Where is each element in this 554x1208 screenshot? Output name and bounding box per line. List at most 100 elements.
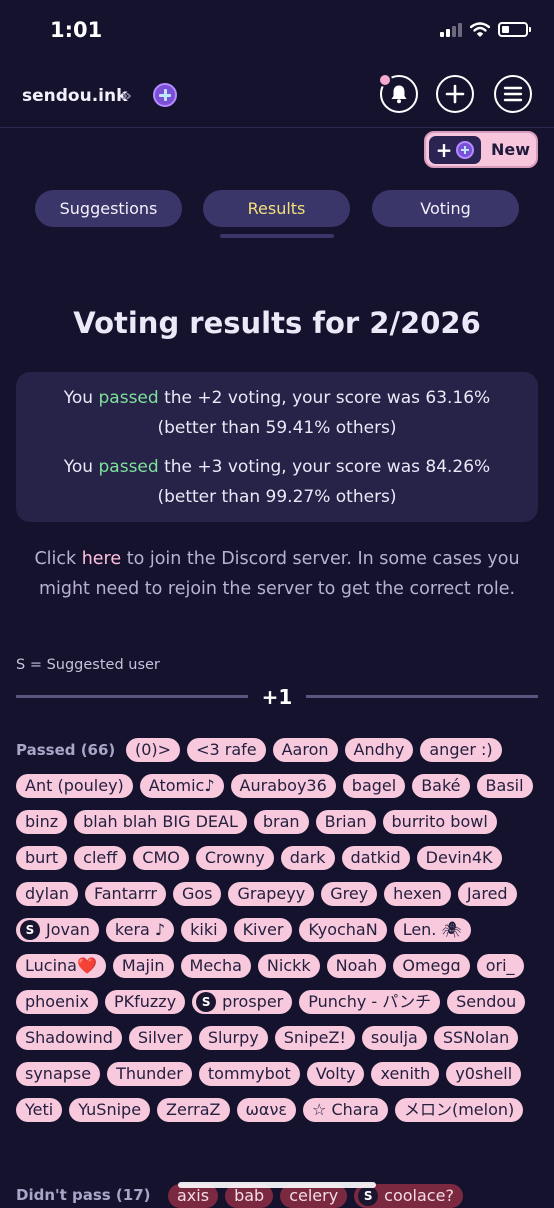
user-name: ωανε bbox=[245, 1100, 288, 1119]
user-chip[interactable]: Majin bbox=[112, 954, 174, 978]
user-chip[interactable]: KyochaN bbox=[299, 918, 387, 942]
user-chip[interactable]: Jared bbox=[457, 882, 517, 906]
passed-status: passed bbox=[98, 457, 159, 477]
user-chip[interactable]: burrito bowl bbox=[382, 810, 497, 834]
user-chip[interactable]: S Jovan bbox=[16, 918, 99, 942]
user-chip[interactable]: Silver bbox=[128, 1026, 192, 1050]
user-chip[interactable]: Sendou bbox=[447, 990, 526, 1014]
user-chip[interactable]: Len. 🕷 bbox=[393, 918, 471, 942]
user-name: Volty bbox=[315, 1064, 356, 1083]
user-chip[interactable]: Slurpy bbox=[198, 1026, 268, 1050]
user-chip[interactable]: Lucina❤️ bbox=[16, 954, 106, 978]
user-name: Slurpy bbox=[207, 1028, 259, 1047]
tab-voting[interactable]: Voting bbox=[372, 190, 519, 227]
user-chip[interactable]: dylan bbox=[16, 882, 79, 906]
user-chip[interactable]: YuSnipe bbox=[69, 1098, 151, 1122]
user-chip[interactable]: xenith bbox=[371, 1062, 440, 1086]
user-chip[interactable]: kiki bbox=[181, 918, 227, 942]
user-chip[interactable]: PKfuzzy bbox=[104, 990, 186, 1014]
user-name: Lucina❤️ bbox=[25, 956, 97, 975]
user-chip[interactable]: kera ♪ bbox=[105, 918, 175, 942]
user-chip[interactable]: bagel bbox=[342, 774, 406, 798]
plus-badge-icon[interactable] bbox=[153, 83, 177, 107]
user-chip[interactable]: cleff bbox=[74, 846, 127, 870]
user-chip[interactable]: Noah bbox=[326, 954, 387, 978]
user-chip[interactable]: CMO bbox=[133, 846, 189, 870]
site-logo[interactable]: sendou.ink bbox=[22, 86, 127, 106]
top-navigation: sendou.ink » bbox=[0, 66, 554, 128]
suggested-legend: S = Suggested user bbox=[16, 657, 160, 673]
user-chip[interactable]: Aaron bbox=[272, 738, 338, 762]
user-chip[interactable]: Andhy bbox=[344, 738, 414, 762]
user-chip[interactable]: <3 rafe bbox=[187, 738, 266, 762]
user-chip[interactable]: Brian bbox=[315, 810, 376, 834]
user-chip[interactable]: ZerraZ bbox=[157, 1098, 230, 1122]
user-chip[interactable]: Grey bbox=[321, 882, 378, 906]
user-chip[interactable]: tommybot bbox=[198, 1062, 300, 1086]
user-chip[interactable]: Thunder bbox=[107, 1062, 192, 1086]
user-chip[interactable]: Nickk bbox=[257, 954, 320, 978]
user-chip[interactable]: Auraboy36 bbox=[230, 774, 336, 798]
user-chip[interactable]: SSNolan bbox=[433, 1026, 519, 1050]
user-chip[interactable]: phoenix bbox=[16, 990, 98, 1014]
plus-icon: + bbox=[435, 137, 453, 162]
user-name: tommybot bbox=[207, 1064, 291, 1083]
user-chip[interactable]: y0shell bbox=[446, 1062, 522, 1086]
user-chip[interactable]: Devin4K bbox=[416, 846, 502, 870]
user-chip[interactable]: Ant (pouley) bbox=[16, 774, 133, 798]
discord-link[interactable]: here bbox=[82, 549, 121, 569]
user-name: SSNolan bbox=[442, 1028, 510, 1047]
user-chip[interactable]: anger :) bbox=[420, 738, 502, 762]
user-chip[interactable]: SnipeZ! bbox=[274, 1026, 355, 1050]
user-name: Kiver bbox=[242, 920, 284, 939]
user-chip[interactable]: メロン(melon) bbox=[394, 1098, 524, 1122]
user-chip[interactable]: Volty bbox=[306, 1062, 365, 1086]
user-name: dylan bbox=[25, 884, 70, 903]
user-chip[interactable]: bran bbox=[253, 810, 309, 834]
user-chip[interactable]: Crowny bbox=[195, 846, 274, 870]
user-name: y0shell bbox=[455, 1064, 513, 1083]
user-chip[interactable]: datkid bbox=[341, 846, 410, 870]
user-chip[interactable]: ωανε bbox=[236, 1098, 297, 1122]
user-name: (0)> bbox=[135, 740, 172, 759]
user-chip[interactable]: Kiver bbox=[233, 918, 293, 942]
user-chip[interactable]: Yeti bbox=[16, 1098, 63, 1122]
wifi-icon bbox=[470, 22, 490, 37]
user-chip[interactable]: Atomic♪ bbox=[139, 774, 224, 798]
user-name: dark bbox=[289, 848, 326, 867]
user-name: cleff bbox=[83, 848, 118, 867]
user-chip[interactable]: hexen bbox=[384, 882, 451, 906]
user-name: datkid bbox=[350, 848, 401, 867]
user-chip[interactable]: ori_ bbox=[476, 954, 524, 978]
user-chip[interactable]: binz bbox=[16, 810, 68, 834]
user-name: Basil bbox=[485, 776, 524, 795]
user-chip[interactable]: blah blah BIG DEAL bbox=[74, 810, 247, 834]
user-chip[interactable]: Fantarrr bbox=[85, 882, 166, 906]
tab-results[interactable]: Results bbox=[203, 190, 350, 227]
user-chip[interactable]: Omegɑ bbox=[393, 954, 470, 978]
new-plus-button[interactable]: + New bbox=[424, 131, 538, 168]
user-chip[interactable]: (0)> bbox=[126, 738, 181, 762]
tab-suggestions[interactable]: Suggestions bbox=[35, 190, 182, 227]
user-name: bagel bbox=[351, 776, 397, 795]
user-chip[interactable]: Gos bbox=[172, 882, 222, 906]
cellular-signal-icon bbox=[440, 22, 462, 37]
user-chip[interactable]: Punchy - パンチ bbox=[299, 990, 441, 1014]
notifications-button[interactable] bbox=[378, 73, 418, 113]
user-name: Atomic♪ bbox=[148, 776, 215, 795]
user-chip[interactable]: Baké bbox=[412, 774, 470, 798]
user-chip[interactable]: Shadowind bbox=[16, 1026, 122, 1050]
user-chip[interactable]: synapse bbox=[16, 1062, 101, 1086]
result-plus3-line2: (better than 99.27% others) bbox=[157, 487, 397, 507]
user-chip[interactable]: Grapeyy bbox=[228, 882, 315, 906]
user-chip[interactable]: soulja bbox=[361, 1026, 427, 1050]
user-chip[interactable]: Sprosper bbox=[192, 990, 293, 1014]
user-chip[interactable]: Basil bbox=[476, 774, 533, 798]
user-chip[interactable]: burt bbox=[16, 846, 68, 870]
user-chip[interactable]: dark bbox=[280, 846, 335, 870]
user-chip[interactable]: ☆ Chara bbox=[303, 1098, 388, 1122]
user-name: xenith bbox=[380, 1064, 431, 1083]
user-chip[interactable]: Mecha bbox=[180, 954, 251, 978]
menu-button[interactable] bbox=[494, 75, 532, 113]
create-button[interactable] bbox=[436, 75, 474, 113]
